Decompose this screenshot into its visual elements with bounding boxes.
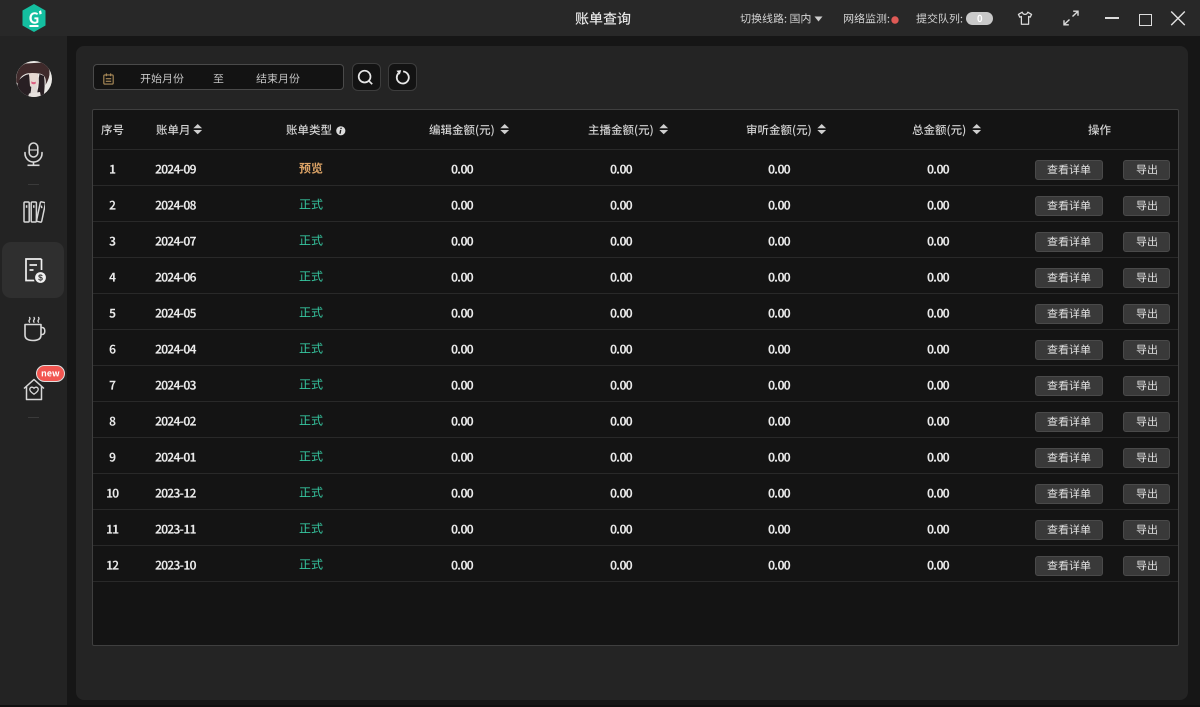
svg-text:$: $ (38, 273, 43, 283)
